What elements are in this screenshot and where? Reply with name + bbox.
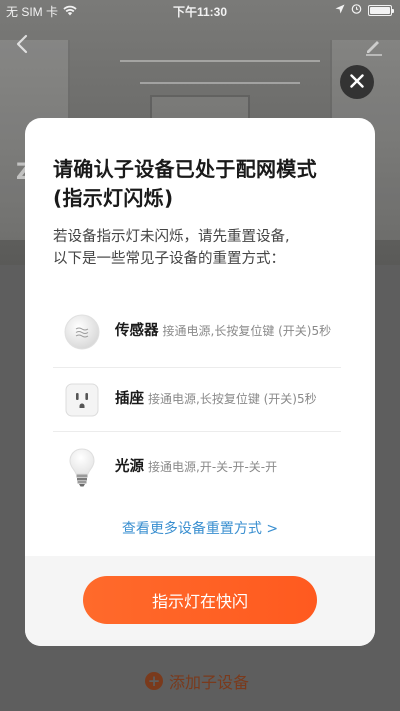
device-item-sensor: 传感器 接通电源,长按复位键 (开关)5秒: [53, 296, 341, 368]
light-bulb-icon: [59, 444, 105, 490]
add-subdevice-label: 添加子设备: [169, 673, 250, 692]
back-chevron-icon[interactable]: [12, 33, 34, 55]
device-item-light: 光源 接通电源,开-关-开-关-开: [53, 432, 341, 502]
sensor-icon: [59, 309, 105, 355]
close-icon: [350, 73, 364, 92]
device-instruction-socket: 接通电源,长按复位键 (开关)5秒: [148, 392, 317, 406]
location-arrow-icon: [335, 3, 345, 17]
device-text-sensor: 传感器 接通电源,长按复位键 (开关)5秒: [115, 322, 341, 341]
plus-circle-icon: +: [145, 672, 163, 690]
device-item-socket: 插座 接通电源,长按复位键 (开关)5秒: [53, 368, 341, 432]
battery-level: [370, 6, 390, 14]
device-instruction-sensor: 接通电源,长按复位键 (开关)5秒: [162, 324, 332, 338]
dialog-description-line-2: 以下是一些常见子设备的重置方式：: [53, 251, 285, 267]
device-reset-list: 传感器 接通电源,长按复位键 (开关)5秒 插座 接通电源,长按复位键 (开关)5秒: [53, 296, 341, 502]
device-name-sensor: 传感器: [115, 323, 159, 339]
device-name-light: 光源: [115, 458, 144, 475]
device-text-socket: 插座 接通电源,长按复位键 (开关)5秒: [115, 390, 317, 409]
add-subdevice-button[interactable]: + 添加子设备: [145, 669, 249, 693]
dialog-description-line-1: 若设备指示灯未闪烁，请先重置设备,: [53, 229, 290, 245]
dialog-title-line-1: 请确认子设备已处于配网模式: [53, 157, 317, 181]
ceiling-light-bar: [140, 82, 300, 84]
device-instruction-light: 接通电源,开-关-开-关-开: [148, 459, 278, 474]
edit-pencil-icon[interactable]: [364, 36, 386, 58]
pairing-mode-dialog: 请确认子设备已处于配网模式 (指示灯闪烁) 若设备指示灯未闪烁，请先重置设备, …: [25, 118, 375, 646]
battery-icon: [368, 4, 394, 16]
alarm-clock-icon: [351, 3, 362, 17]
status-right: [335, 3, 394, 17]
socket-icon: [59, 377, 105, 423]
dialog-description: 若设备指示灯未闪烁，请先重置设备, 以下是一些常见子设备的重置方式：: [53, 226, 358, 270]
indicator-flashing-fast-button[interactable]: 指示灯在快闪: [83, 576, 317, 624]
device-text-light: 光源 接通电源,开-关-开-关-开: [115, 458, 277, 477]
close-button[interactable]: [340, 65, 374, 99]
dialog-title: 请确认子设备已处于配网模式 (指示灯闪烁): [53, 155, 353, 213]
status-bar: 无 SIM 卡 下午11:30: [0, 0, 400, 22]
ceiling-light-bar: [120, 60, 320, 62]
more-reset-methods-link[interactable]: 查看更多设备重置方式 >: [25, 518, 375, 538]
dialog-title-line-2: (指示灯闪烁): [53, 186, 174, 210]
device-name-socket: 插座: [115, 391, 144, 407]
